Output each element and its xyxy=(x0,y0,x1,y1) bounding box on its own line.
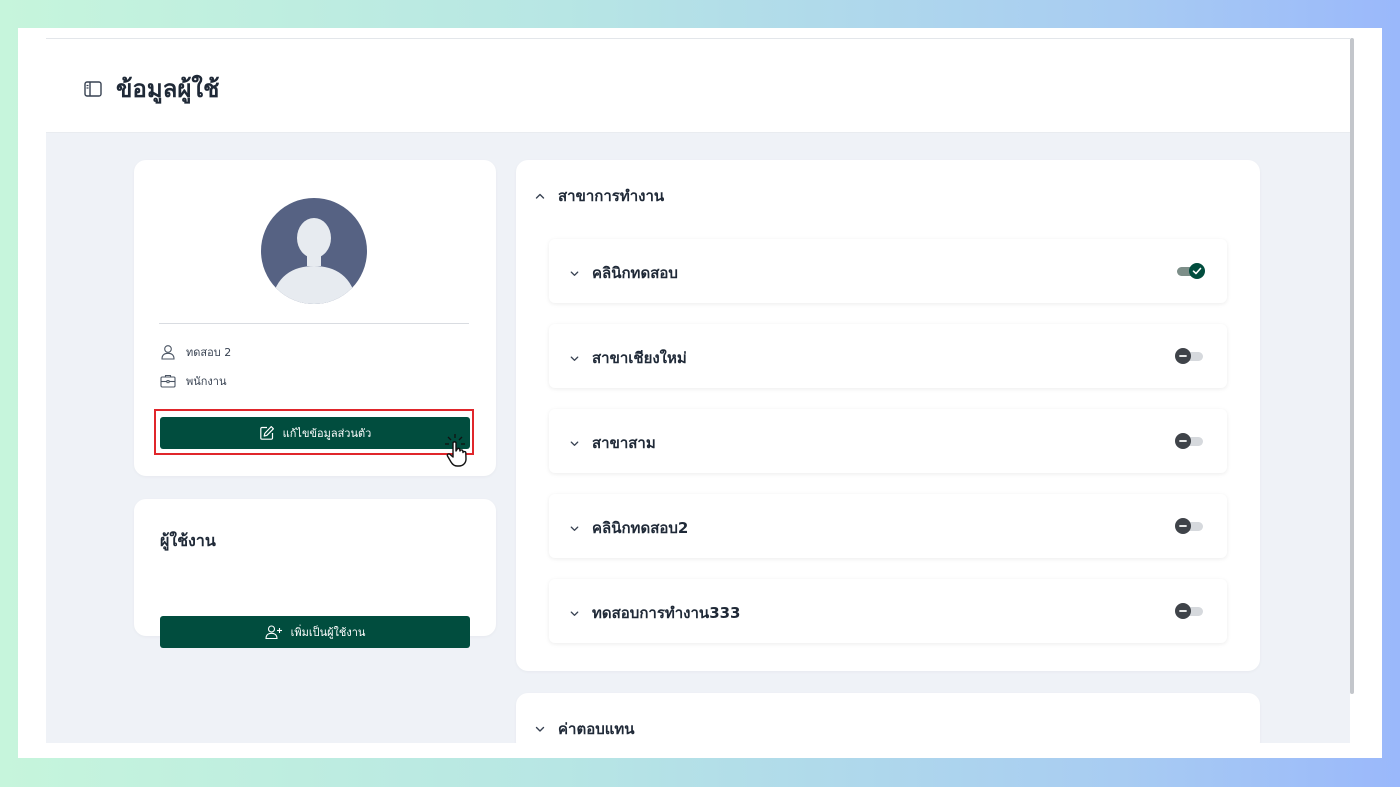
branch-item-label: สาขาเชียงใหม่ xyxy=(592,349,687,367)
branch-item-label: ทดสอบการทำงาน333 xyxy=(592,604,741,622)
branch-item-header[interactable]: ทดสอบการทำงาน333 xyxy=(569,601,741,625)
chevron-down-icon xyxy=(570,610,579,616)
branch-toggle-switch[interactable] xyxy=(1175,603,1205,619)
minus-icon xyxy=(1179,355,1187,357)
branch-item[interactable]: คลินิกทดสอบ xyxy=(549,239,1227,303)
branch-toggle-switch[interactable] xyxy=(1175,263,1205,279)
screenshot-frame: ข้อมูลผู้ใช้ ทดสอบ 2 พนักงาน แก้ไขข้อมูล… xyxy=(18,28,1382,758)
compensation-section-toggle[interactable]: ค่าตอบแทน xyxy=(534,717,635,741)
branch-item[interactable]: ทดสอบการทำงาน333 xyxy=(549,579,1227,643)
chevron-down-icon xyxy=(570,440,579,446)
briefcase-icon xyxy=(160,374,176,388)
branches-section-toggle[interactable]: สาขาการทำงาน xyxy=(534,184,664,208)
edit-profile-label: แก้ไขข้อมูลส่วนตัว xyxy=(282,427,372,440)
branches-section-title: สาขาการทำงาน xyxy=(558,187,665,205)
hand-pointer-icon xyxy=(445,434,467,467)
branch-toggle-switch[interactable] xyxy=(1175,433,1205,449)
chevron-up-icon xyxy=(535,193,545,199)
chevron-down-icon xyxy=(570,355,579,361)
user-access-card: ผู้ใช้งาน เพิ่มเป็นผู้ใช้งาน xyxy=(134,499,496,648)
minus-icon xyxy=(1179,610,1187,612)
profile-divider xyxy=(159,323,469,324)
branch-item-header[interactable]: สาขาสาม xyxy=(569,431,656,455)
profile-card: ทดสอบ 2 พนักงาน แก้ไขข้อมูลส่วนตัว xyxy=(134,160,496,476)
vertical-scrollbar[interactable] xyxy=(1350,38,1354,694)
sidebar-panel-icon[interactable] xyxy=(84,81,102,97)
branch-item[interactable]: สาขาสาม xyxy=(549,409,1227,473)
chevron-down-icon xyxy=(570,270,579,276)
user-section-title: ผู้ใช้งาน xyxy=(160,531,216,550)
app-window: ข้อมูลผู้ใช้ ทดสอบ 2 พนักงาน แก้ไขข้อมูล… xyxy=(46,38,1350,743)
user-plus-icon xyxy=(265,625,282,640)
branch-item[interactable]: คลินิกทดสอบ2 xyxy=(549,494,1227,558)
add-user-label: เพิ่มเป็นผู้ใช้งาน xyxy=(290,626,366,639)
profile-role-row: พนักงาน xyxy=(160,372,227,390)
user-icon xyxy=(161,345,175,360)
page-header: ข้อมูลผู้ใช้ xyxy=(46,39,1350,133)
profile-name-row: ทดสอบ 2 xyxy=(160,343,231,361)
branches-card: สาขาการทำงาน คลินิกทดสอบ สาขาเชียงใหม่ ส… xyxy=(516,160,1260,671)
branch-item-header[interactable]: สาขาเชียงใหม่ xyxy=(569,346,687,370)
add-user-button[interactable]: เพิ่มเป็นผู้ใช้งาน xyxy=(160,616,470,648)
compensation-section-title: ค่าตอบแทน xyxy=(558,720,635,738)
minus-icon xyxy=(1179,440,1187,442)
edit-profile-button[interactable]: แก้ไขข้อมูลส่วนตัว xyxy=(160,417,470,449)
branch-item-label: สาขาสาม xyxy=(592,434,656,452)
check-icon xyxy=(1192,267,1202,275)
branch-toggle-switch[interactable] xyxy=(1175,348,1205,364)
page-title: ข้อมูลผู้ใช้ xyxy=(116,75,220,103)
compensation-card: ค่าตอบแทน xyxy=(516,693,1260,743)
user-avatar-placeholder xyxy=(261,198,367,304)
branch-toggle-switch[interactable] xyxy=(1175,518,1205,534)
edit-icon xyxy=(259,426,274,440)
branch-item-header[interactable]: คลินิกทดสอบ xyxy=(569,261,678,285)
profile-role: พนักงาน xyxy=(186,375,227,388)
profile-name: ทดสอบ 2 xyxy=(186,346,232,359)
chevron-down-icon xyxy=(570,525,579,531)
minus-icon xyxy=(1179,525,1187,527)
chevron-down-icon xyxy=(535,726,545,732)
branch-item-label: คลินิกทดสอบ xyxy=(592,264,678,282)
branch-item[interactable]: สาขาเชียงใหม่ xyxy=(549,324,1227,388)
branch-item-label: คลินิกทดสอบ2 xyxy=(592,519,689,537)
branch-item-header[interactable]: คลินิกทดสอบ2 xyxy=(569,516,688,540)
